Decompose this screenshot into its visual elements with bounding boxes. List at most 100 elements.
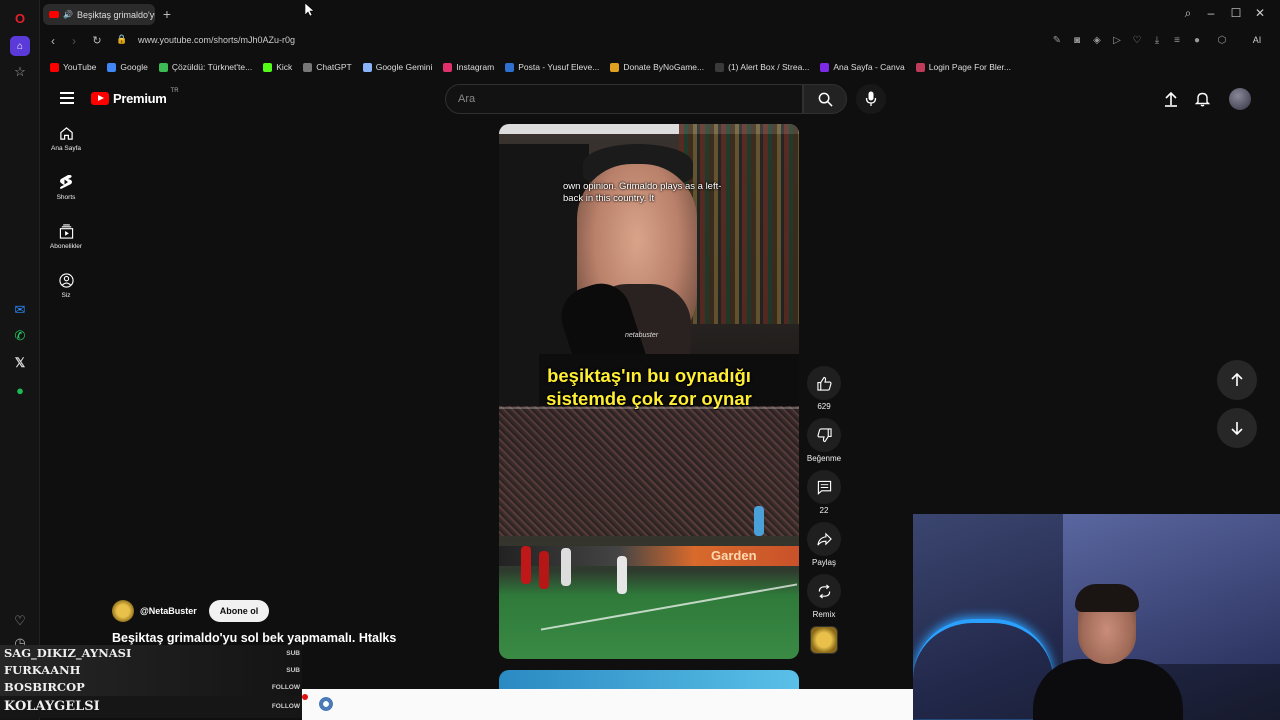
lock-icon[interactable]: 🔒 <box>114 34 130 45</box>
football-match-frame: Garden <box>499 406 799 659</box>
upload-button[interactable] <box>1162 90 1180 108</box>
snapshot-icon[interactable]: ◙ <box>1070 35 1084 46</box>
opera-logo-icon[interactable]: O <box>10 8 30 28</box>
heart-icon[interactable]: ♡ <box>1130 35 1144 46</box>
voice-search-button[interactable] <box>856 84 886 114</box>
home-speed-dial-icon[interactable]: ⌂ <box>10 36 30 56</box>
account-avatar[interactable] <box>1229 88 1251 110</box>
bookmark-item[interactable]: Çözüldü: Türknet'te... <box>158 62 253 72</box>
reload-button[interactable]: ↻ <box>89 34 105 47</box>
bookmark-favicon-icon <box>158 62 168 72</box>
you-icon <box>58 272 74 288</box>
minimize-button[interactable]: – <box>1203 6 1219 20</box>
bookmark-item[interactable]: Kick <box>263 62 292 72</box>
next-short-button[interactable] <box>1217 408 1257 448</box>
whatsapp-icon[interactable]: ✆ <box>10 326 30 346</box>
alert-username: FURKAANH <box>4 663 81 677</box>
subscribe-button[interactable]: Abone ol <box>208 600 270 622</box>
opera-sidebar: O ⌂ ☆ ✉ ✆ 𝕏 ● ♡ ◷ <box>0 0 40 720</box>
channel-avatar[interactable] <box>112 600 134 622</box>
channel-thumbnail[interactable] <box>810 626 838 654</box>
search-button[interactable] <box>803 84 847 114</box>
extensions-cube-icon[interactable]: ⬡ <box>1215 35 1229 46</box>
search-tabs-icon[interactable]: ⌕ <box>1180 6 1196 21</box>
short-title[interactable]: Beşiktaş grimaldo'yu sol bek yapmamalı. … <box>112 631 396 645</box>
forward-button[interactable]: › <box>66 34 82 48</box>
bookmark-favicon-icon <box>443 62 453 72</box>
short-video-player[interactable]: own opinion. Grimaldo plays as a left-ba… <box>499 124 799 659</box>
spotify-icon[interactable]: ● <box>10 380 30 400</box>
edit-icon[interactable]: ✎ <box>1050 35 1064 46</box>
dislike-label: Beğenme <box>806 454 842 463</box>
guide-item-label: Abonelikler <box>49 243 83 250</box>
favorites-heart-icon[interactable]: ♡ <box>10 611 30 631</box>
bookmark-item[interactable]: YouTube <box>50 62 96 72</box>
download-icon[interactable]: ⤓ <box>1150 35 1164 46</box>
comments-button[interactable]: 22 <box>804 470 844 515</box>
bookmark-favicon-icon <box>362 62 372 72</box>
record-dot <box>302 694 308 700</box>
bookmark-label: Çözüldü: Türknet'te... <box>171 62 253 72</box>
x-twitter-icon[interactable]: 𝕏 <box>10 353 30 373</box>
remix-label: Remix <box>812 610 836 619</box>
bookmark-item[interactable]: Google Gemini <box>362 62 432 72</box>
player-icon[interactable]: ▷ <box>1110 35 1124 46</box>
stadium-ad-text: Garden <box>711 548 757 563</box>
stream-alert-row: BOSBIRCOP FOLLOW <box>0 679 302 696</box>
maximize-button[interactable]: ☐ <box>1228 6 1244 20</box>
youtube-play-logo-icon <box>91 92 109 105</box>
dislike-button[interactable]: Beğenme <box>804 418 844 463</box>
bookmarks-bar: YouTube Google Çözüldü: Türknet'te... Kick C… <box>40 58 1280 76</box>
bookmark-item[interactable]: Ana Sayfa - Canva <box>820 62 905 72</box>
bookmark-item[interactable]: (1) Alert Box / Strea... <box>715 62 809 72</box>
alert-type-tag: FOLLOW <box>271 703 300 710</box>
profile-icon[interactable]: ● <box>1190 35 1204 46</box>
bookmark-item[interactable]: Instagram <box>443 62 494 72</box>
guide-item-label: Shorts <box>56 194 76 201</box>
tab-youtube-short[interactable]: 🔊 Beşiktaş grimaldo'yu <box>43 4 155 25</box>
share-button[interactable]: Paylaş <box>804 522 844 567</box>
stream-bottom-bar <box>302 689 913 720</box>
like-button[interactable]: 629 <box>804 366 844 411</box>
channel-info: @NetaBuster Abone ol <box>112 600 270 622</box>
alert-type-tag: SUB <box>286 650 300 657</box>
bookmark-favicon-icon <box>610 62 620 72</box>
youtube-premium-logo[interactable]: Premium TR <box>91 88 179 106</box>
ai-label: AI <box>1252 35 1262 45</box>
ai-button[interactable]: AI <box>1245 35 1269 45</box>
logo-text: Premium <box>113 91 167 106</box>
bookmark-favicon-icon <box>263 62 273 72</box>
back-button[interactable]: ‹ <box>45 34 61 48</box>
guide-item-shorts[interactable]: Shorts <box>40 174 92 201</box>
url-field[interactable]: www.youtube.com/shorts/mJh0AZu-r0g <box>138 35 295 45</box>
bookmark-item[interactable]: Posta - Yusuf Eleve... <box>505 62 599 72</box>
bookmark-favicon-icon <box>107 62 117 72</box>
bookmark-item[interactable]: Google <box>107 62 148 72</box>
bookmark-item[interactable]: ChatGPT <box>303 62 352 72</box>
search-input[interactable]: Ara <box>445 84 803 114</box>
close-window-button[interactable]: ✕ <box>1252 6 1268 20</box>
guide-item-home[interactable]: Ana Sayfa <box>40 125 92 152</box>
previous-short-button[interactable] <box>1217 360 1257 400</box>
browser-window: O ⌂ ☆ ✉ ✆ 𝕏 ● ♡ ◷ 🔊 Beşiktaş grimaldo'yu… <box>0 0 1280 720</box>
audio-playing-icon[interactable]: 🔊 <box>63 10 73 19</box>
next-short-preview[interactable] <box>499 670 799 690</box>
thumbs-up-icon <box>816 376 832 391</box>
hamburger-menu-button[interactable] <box>60 92 74 104</box>
bookmark-item[interactable]: Donate ByNoGame... <box>610 62 704 72</box>
upload-icon <box>1165 91 1177 107</box>
messenger-icon[interactable]: ✉ <box>10 300 30 320</box>
guide-item-you[interactable]: Siz <box>40 272 92 299</box>
notifications-button[interactable] <box>1193 90 1211 108</box>
channel-name[interactable]: @NetaBuster <box>140 606 197 616</box>
menu-lines-icon[interactable]: ≡ <box>1170 35 1184 46</box>
bookmark-item[interactable]: Login Page For Bler... <box>915 62 1011 72</box>
remix-button[interactable]: Remix <box>804 574 844 619</box>
guide-item-subscriptions[interactable]: Abonelikler <box>40 223 92 250</box>
vpn-shield-icon[interactable]: ◈ <box>1090 35 1104 46</box>
video-progress-bar[interactable] <box>499 407 799 409</box>
bookmark-label: (1) Alert Box / Strea... <box>728 62 810 72</box>
bookmark-favicon-icon <box>505 62 515 72</box>
new-tab-button[interactable]: + <box>160 7 174 21</box>
aria-icon[interactable]: ☆ <box>10 62 30 82</box>
